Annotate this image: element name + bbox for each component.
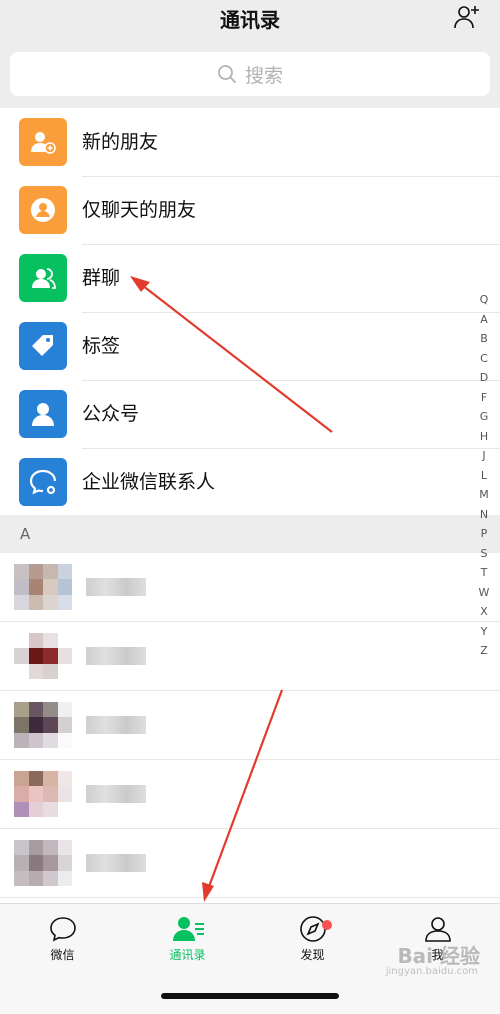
contacts-icon: [172, 917, 204, 941]
blurred-name: [86, 716, 146, 734]
menu-item-wecom-contacts[interactable]: 企业微信联系人: [0, 448, 500, 516]
tab-label: 微信: [50, 948, 75, 962]
menu-item-official-accounts[interactable]: 公众号: [0, 380, 500, 449]
search-area: 搜索: [0, 44, 500, 108]
index-letter[interactable]: D: [476, 368, 492, 388]
section-header: A: [0, 515, 500, 553]
index-letter[interactable]: X: [476, 602, 492, 622]
index-letter[interactable]: H: [476, 427, 492, 447]
list-item[interactable]: [0, 553, 500, 622]
search-placeholder: 搜索: [244, 64, 283, 87]
menu-item-tags[interactable]: 标签: [0, 312, 500, 381]
index-letter[interactable]: B: [476, 329, 492, 349]
add-contact-icon: [454, 6, 479, 29]
chat-only-friend-icon: [19, 186, 67, 234]
group-chat-icon: [19, 254, 67, 302]
blurred-name: [86, 854, 146, 872]
wecom-contact-icon: [19, 458, 67, 506]
index-letter[interactable]: G: [476, 407, 492, 427]
official-account-icon: [19, 390, 67, 438]
search-icon: [218, 65, 237, 84]
index-letter[interactable]: M: [476, 485, 492, 505]
blurred-name: [86, 647, 146, 665]
watermark-sub: jingyan.baidu.com: [385, 966, 478, 977]
index-letter[interactable]: Y: [476, 622, 492, 642]
menu-item-group-chats[interactable]: 群聊: [0, 244, 500, 313]
tab-discover[interactable]: 发现: [250, 914, 375, 963]
tag-icon: [19, 322, 67, 370]
tab-chats[interactable]: 微信: [0, 914, 125, 963]
index-letter[interactable]: P: [476, 524, 492, 544]
alphabet-index[interactable]: QABCDFGHJLMNPSTWXYZ: [476, 290, 492, 661]
index-letter[interactable]: W: [476, 583, 492, 603]
menu-item-label: 新的朋友: [82, 108, 500, 177]
blurred-name: [86, 578, 146, 596]
contact-functions-list: 新的朋友 仅聊天的朋友 群聊 标签 公众号 企业微信联系人: [0, 108, 500, 516]
menu-item-label: 公众号: [82, 380, 500, 449]
notification-badge: [322, 920, 332, 930]
watermark: Bai 经验: [397, 944, 480, 968]
menu-item-label: 仅聊天的朋友: [82, 176, 500, 245]
chat-bubble-icon: [49, 917, 76, 942]
list-item[interactable]: [0, 691, 500, 760]
search-input[interactable]: 搜索: [10, 52, 490, 96]
menu-item-chat-only-friends[interactable]: 仅聊天的朋友: [0, 176, 500, 245]
index-letter[interactable]: T: [476, 563, 492, 583]
list-item[interactable]: [0, 760, 500, 829]
avatar: [14, 564, 72, 610]
index-letter[interactable]: Q: [476, 290, 492, 310]
new-friend-icon: [19, 118, 67, 166]
index-letter[interactable]: A: [476, 310, 492, 330]
index-letter[interactable]: S: [476, 544, 492, 564]
blurred-name: [86, 785, 146, 803]
avatar: [14, 702, 72, 748]
home-indicator: [161, 993, 339, 999]
header: 通讯录: [0, 0, 500, 44]
list-item[interactable]: [0, 829, 500, 898]
index-letter[interactable]: Z: [476, 641, 492, 661]
avatar: [14, 771, 72, 817]
page-title: 通讯录: [220, 8, 280, 32]
avatar: [14, 633, 72, 679]
tab-label: 通讯录: [169, 948, 206, 962]
list-item[interactable]: [0, 622, 500, 691]
tab-label: 发现: [300, 948, 325, 962]
menu-item-label: 标签: [82, 312, 500, 381]
menu-item-new-friends[interactable]: 新的朋友: [0, 108, 500, 177]
section-letter: A: [20, 525, 31, 543]
menu-item-label: 企业微信联系人: [82, 471, 216, 493]
index-letter[interactable]: N: [476, 505, 492, 525]
contacts-list: [0, 553, 500, 903]
index-letter[interactable]: F: [476, 388, 492, 408]
index-letter[interactable]: J: [476, 446, 492, 466]
tab-contacts[interactable]: 通讯录: [125, 914, 250, 963]
add-contact-button[interactable]: [452, 2, 482, 32]
avatar: [14, 840, 72, 886]
menu-item-label: 群聊: [82, 244, 500, 313]
index-letter[interactable]: C: [476, 349, 492, 369]
index-letter[interactable]: L: [476, 466, 492, 486]
